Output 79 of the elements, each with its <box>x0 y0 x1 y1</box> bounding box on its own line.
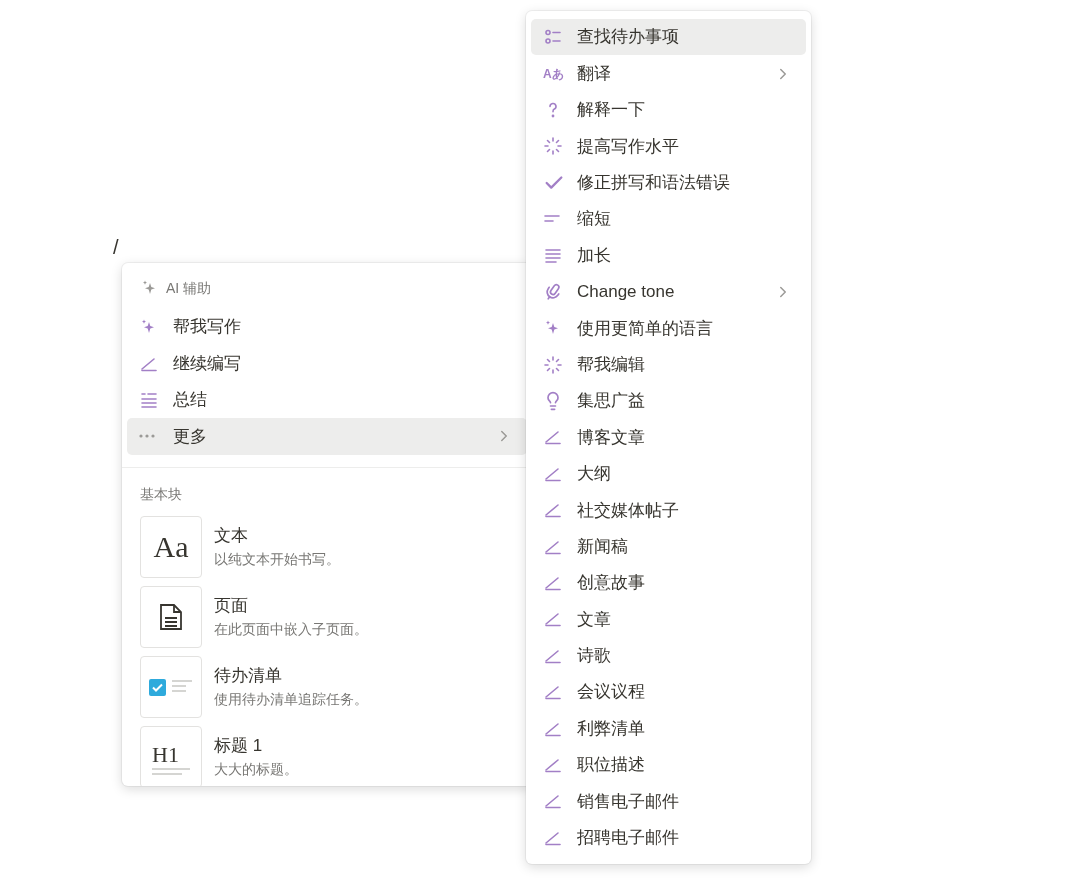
menu-item[interactable]: 社交媒体帖子 <box>531 492 806 529</box>
menu-item-label: 创意故事 <box>577 572 646 595</box>
menu-item[interactable]: 创意故事 <box>531 564 806 602</box>
menu-item[interactable]: 销售电子邮件 <box>531 783 806 820</box>
menu-item[interactable]: 使用更简单的语言 <box>531 310 806 347</box>
menu-item[interactable]: 继续编写 <box>127 345 527 382</box>
page-icon <box>159 602 183 631</box>
menu-item-label: 销售电子邮件 <box>577 790 680 813</box>
menu-item[interactable]: 博客文章 <box>531 419 806 456</box>
block-description: 大大的标题。 <box>214 759 298 779</box>
menu-item-label: 大纲 <box>577 463 612 486</box>
menu-item[interactable]: 大纲 <box>531 455 806 493</box>
menu-item[interactable]: 更多 <box>127 418 527 455</box>
burst-icon <box>543 354 563 375</box>
menu-item[interactable]: 查找待办事项 <box>531 19 806 56</box>
lines-icon <box>152 765 190 778</box>
block-option[interactable]: 待办清单 使用待办清单追踪任务。 <box>140 655 514 718</box>
menu-item-label: 职位描述 <box>577 754 646 777</box>
menu-item-label: 加长 <box>577 244 612 267</box>
translate-icon: Aあ <box>543 67 564 80</box>
menu-item-label: 查找待办事项 <box>577 26 680 49</box>
section-heading: 基本块 <box>140 485 182 502</box>
menu-item[interactable]: 总结 <box>127 381 527 419</box>
menu-item-label: 诗歌 <box>577 645 612 668</box>
menu-item-label: 修正拼写和语法错误 <box>577 172 731 194</box>
menu-item-label: 会议议程 <box>577 681 646 704</box>
menu-item-label: 文章 <box>577 608 612 631</box>
menu-item-label: 继续编写 <box>173 352 242 375</box>
menu-item[interactable]: 加长 <box>531 237 806 274</box>
menu-item-label: 帮我写作 <box>173 316 242 339</box>
menu-item[interactable]: 集思广益 <box>531 382 806 420</box>
more-icon <box>139 434 155 439</box>
block-title: 待办清单 <box>214 665 283 688</box>
burst-icon <box>543 136 563 157</box>
menu-item-label: 使用更简单的语言 <box>577 317 714 340</box>
menu-item-label: 提高写作水平 <box>577 135 680 158</box>
menu-item-label: 帮我编辑 <box>577 353 646 376</box>
block-description: 使用待办清单追踪任务。 <box>214 689 368 709</box>
menu-item[interactable]: 招聘电子邮件 <box>531 819 806 856</box>
block-title: 标题 1 <box>214 735 264 758</box>
text-block-icon: Aa <box>153 524 189 570</box>
menu-item-label: 新闻稿 <box>577 535 629 558</box>
menu-item[interactable]: 提高写作水平 <box>531 128 806 165</box>
block-description: 在此页面中嵌入子页面。 <box>214 619 368 639</box>
block-description: 以纯文本开始书写。 <box>214 549 340 569</box>
menu-item-label: Change tone <box>577 281 676 304</box>
block-option[interactable]: H1 标题 1 大大的标题。 <box>140 725 514 786</box>
short-lines-icon <box>543 215 561 224</box>
menu-item-label: 招聘电子邮件 <box>577 827 680 850</box>
menu-item[interactable]: 缩短 <box>531 200 806 238</box>
block-option[interactable]: Aa 文本 以纯文本开始书写。 <box>140 515 514 578</box>
todo-checkbox-icon <box>148 676 194 697</box>
menu-item-label: 利弊清单 <box>577 717 646 740</box>
menu-item[interactable]: 修正拼写和语法错误 <box>531 164 806 201</box>
menu-item[interactable]: 新闻稿 <box>531 528 806 565</box>
menu-item-label: 解释一下 <box>577 99 646 122</box>
menu-item-label: 翻译 <box>577 62 612 85</box>
menu-item-label: 更多 <box>173 425 208 448</box>
menu-item[interactable]: 解释一下 <box>531 91 806 129</box>
menu-item-label: 集思广益 <box>577 390 646 413</box>
block-title: 文本 <box>214 525 249 548</box>
menu-item[interactable]: Change tone <box>531 273 806 311</box>
menu-item[interactable]: 帮我编辑 <box>531 346 806 383</box>
heading-block-icon: H1 <box>152 743 179 766</box>
menu-item-label: 缩短 <box>577 208 612 231</box>
menu-item[interactable]: Aあ 翻译 <box>531 55 806 92</box>
menu-item[interactable]: 利弊清单 <box>531 710 806 747</box>
slash-text: / <box>113 235 119 260</box>
block-title: 页面 <box>214 595 249 618</box>
menu-item[interactable]: 诗歌 <box>531 637 806 675</box>
menu-item[interactable]: 职位描述 <box>531 746 806 784</box>
menu-item[interactable]: 文章 <box>531 601 806 638</box>
section-heading: AI 辅助 <box>166 278 212 298</box>
menu-item-label: 社交媒体帖子 <box>577 499 680 522</box>
menu-item-label: 总结 <box>173 389 208 412</box>
menu-item-label: 博客文章 <box>577 426 646 449</box>
menu-item[interactable]: 帮我写作 <box>127 309 527 346</box>
block-option[interactable]: 页面 在此页面中嵌入子页面。 <box>140 585 514 648</box>
menu-item[interactable]: 会议议程 <box>531 674 806 711</box>
